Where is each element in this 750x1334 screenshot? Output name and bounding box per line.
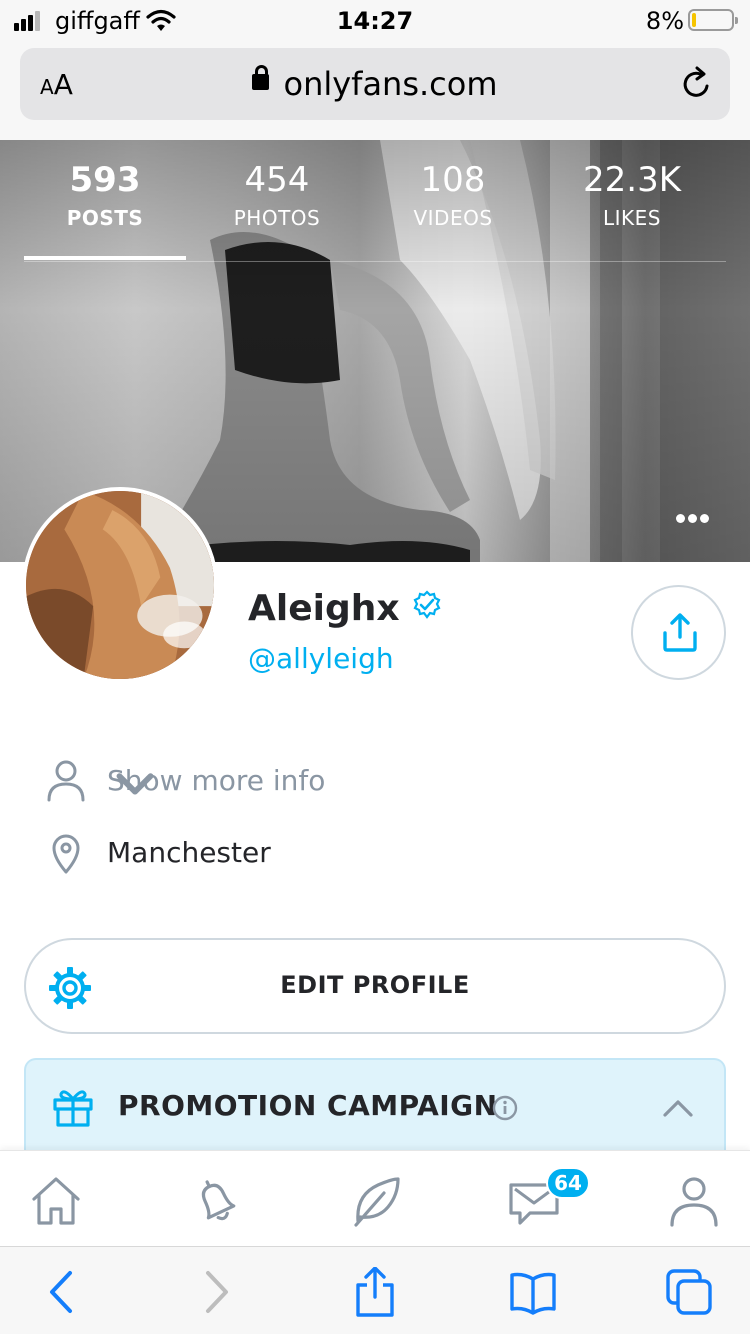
location-pin-icon	[52, 834, 80, 874]
more-options-icon[interactable]	[676, 514, 710, 526]
profile-stats: 593 POSTS 454 PHOTOS 108 VIDEOS 22.3K LI…	[24, 160, 726, 262]
back-icon	[50, 1271, 72, 1313]
tab-videos[interactable]: 108 VIDEOS	[372, 160, 534, 230]
avatar[interactable]	[22, 487, 218, 683]
tab-photos[interactable]: 454 PHOTOS	[196, 160, 358, 230]
lock-icon	[252, 65, 270, 96]
tab-likes[interactable]: 22.3K LIKES	[551, 160, 713, 230]
active-tab-indicator	[24, 256, 186, 260]
url-display[interactable]: onlyfans.com	[20, 65, 730, 103]
user-icon	[47, 760, 85, 802]
edit-profile-button[interactable]: EDIT PROFILE	[24, 938, 726, 1034]
username-handle[interactable]: @allyleigh	[248, 642, 394, 675]
browser-back-button[interactable]	[36, 1267, 86, 1317]
tabs-icon	[666, 1269, 712, 1315]
reload-icon[interactable]	[680, 66, 714, 102]
info-icon[interactable]	[492, 1095, 518, 1121]
browser-bottom-toolbar	[0, 1246, 750, 1334]
battery-icon	[688, 9, 738, 31]
feather-icon	[354, 1177, 400, 1227]
verified-icon	[413, 590, 441, 619]
promotion-campaign-panel[interactable]: PROMOTION CAMPAIGN	[24, 1058, 726, 1154]
display-name: Aleighx	[248, 588, 442, 629]
share-icon	[663, 613, 697, 652]
forward-icon	[206, 1271, 228, 1313]
nav-new-post[interactable]	[348, 1173, 404, 1229]
browser-share-button[interactable]	[350, 1266, 400, 1317]
share-icon	[356, 1266, 394, 1317]
nav-home[interactable]	[28, 1173, 84, 1229]
chevron-up-icon[interactable]	[662, 1098, 694, 1118]
browser-tabs-button[interactable]	[664, 1267, 714, 1317]
battery-percent: 8%	[645, 7, 684, 35]
messages-badge: 64	[546, 1167, 590, 1199]
share-profile-button[interactable]	[631, 585, 726, 680]
nav-profile[interactable]	[666, 1173, 722, 1229]
browser-toolbar: AA onlyfans.com	[0, 42, 750, 140]
gift-icon	[53, 1090, 93, 1127]
address-bar[interactable]: AA onlyfans.com	[20, 48, 730, 120]
user-icon	[670, 1177, 718, 1227]
browser-forward-button[interactable]	[192, 1267, 242, 1317]
browser-bookmarks-button[interactable]	[508, 1267, 558, 1317]
bottom-nav: 64	[0, 1150, 750, 1246]
chevron-down-icon	[116, 773, 154, 795]
bookmarks-icon	[510, 1272, 556, 1315]
nav-notifications[interactable]	[188, 1173, 244, 1229]
home-icon	[32, 1177, 80, 1225]
clock: 14:27	[336, 7, 414, 35]
bell-icon	[201, 1180, 236, 1221]
status-bar: giffgaff 14:27 8%	[0, 0, 750, 42]
tab-posts[interactable]: 593 POSTS	[24, 160, 186, 230]
